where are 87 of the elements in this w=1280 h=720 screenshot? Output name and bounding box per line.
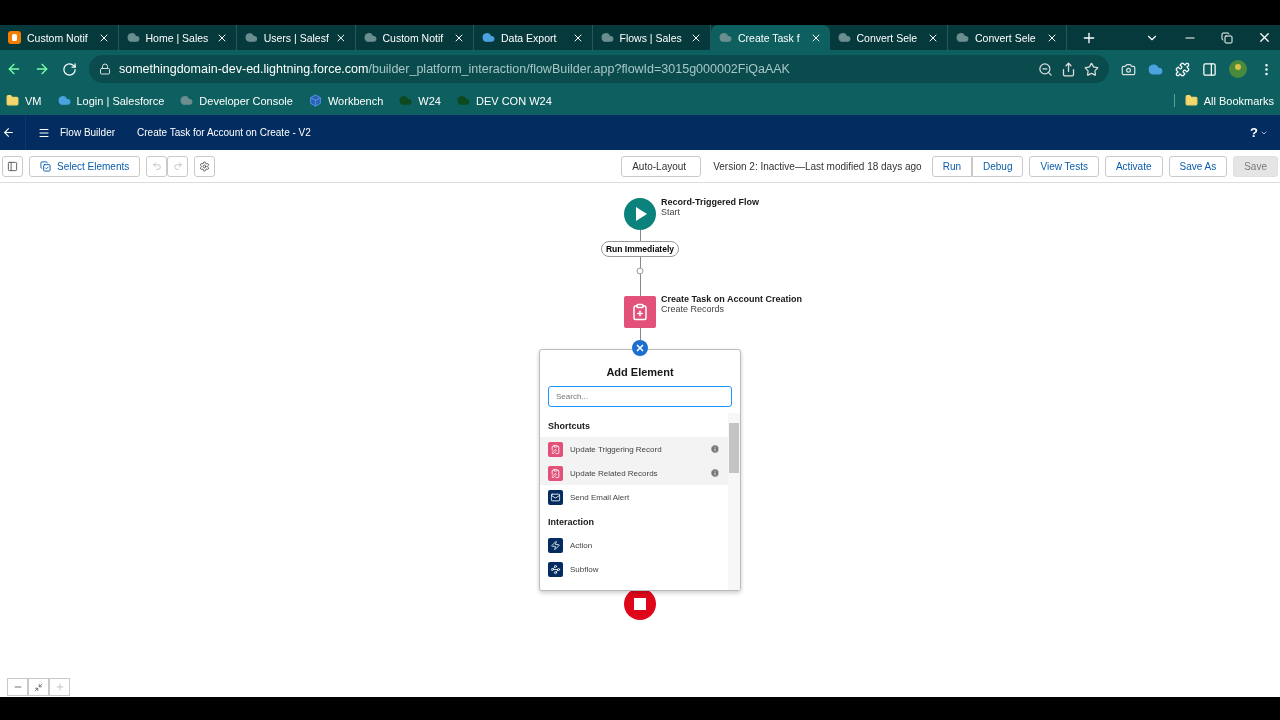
close-icon[interactable]	[1257, 30, 1272, 45]
cloud-icon	[719, 31, 732, 44]
extensions-icon[interactable]	[1175, 61, 1190, 77]
blog-icon	[8, 31, 21, 44]
connector-dot	[636, 267, 644, 275]
element-option[interactable]: Update Related Records	[540, 461, 728, 485]
panel-title: Add Element	[605, 366, 675, 378]
cloud-icon	[482, 31, 495, 44]
forward-icon[interactable]	[34, 61, 50, 77]
cloud-icon	[245, 31, 258, 44]
layout-dropdown[interactable]: Auto-Layout	[621, 155, 702, 177]
flow-title: Create Task for Account on Create - V2	[137, 127, 311, 138]
scrollbar[interactable]	[728, 413, 740, 590]
settings-button[interactable]	[194, 155, 216, 177]
toolbar-button[interactable]: Debug	[972, 155, 1024, 177]
toolbar-button[interactable]: Activate	[1104, 155, 1163, 177]
select-elements-button[interactable]: Select Elements	[29, 155, 141, 177]
address-bar[interactable]: somethingdomain-dev-ed.lightning.force.com/builder_platform_interaction/flowBuilder.app?flowId=3015g000002FiQaAAK	[89, 55, 1109, 83]
all-bookmarks[interactable]: All Bookmarks	[1173, 94, 1274, 107]
subflow-icon	[548, 561, 563, 577]
mail-icon	[548, 489, 563, 505]
node-title: Record-Triggered Flow	[661, 197, 759, 207]
avatar-icon[interactable]	[1229, 60, 1247, 78]
info-icon[interactable]	[710, 444, 720, 454]
app-name: Flow Builder	[60, 127, 116, 138]
toolbar-button[interactable]: Run	[931, 155, 972, 177]
flow-builder-icon	[38, 126, 50, 139]
folder-icon	[6, 94, 19, 107]
bookmark[interactable]: Login | Salesforce	[57, 94, 165, 107]
redo-icon	[172, 161, 183, 171]
lock-icon	[99, 63, 111, 75]
reload-icon[interactable]	[62, 61, 77, 77]
bookmark[interactable]: VM	[6, 94, 42, 107]
cloud-icon	[600, 31, 614, 44]
settings-icon	[199, 160, 211, 172]
share-icon[interactable]	[1061, 61, 1076, 77]
cube-icon	[308, 94, 322, 107]
info-icon[interactable]	[710, 468, 720, 478]
cloud-icon	[57, 94, 71, 107]
cloud-icon	[363, 31, 377, 44]
select-icon	[40, 160, 51, 172]
plus-icon	[54, 682, 65, 692]
back-icon[interactable]	[2, 126, 15, 139]
element-option[interactable]: Update Triggering Record	[540, 437, 728, 461]
star-icon[interactable]	[1084, 61, 1099, 77]
restore-icon[interactable]	[1221, 31, 1233, 44]
node-subtitle: Start	[661, 207, 681, 217]
close-icon[interactable]	[334, 31, 347, 44]
start-node	[624, 198, 656, 230]
toolbar-button[interactable]: View Tests	[1029, 155, 1099, 177]
cloud-icon[interactable]	[1148, 61, 1163, 77]
help-button[interactable]: ?	[1250, 125, 1280, 140]
cloud-icon	[180, 94, 194, 107]
panel-toggle-button[interactable]	[2, 155, 23, 177]
version-status: Version 2: Inactive—Last modified 18 days ago	[713, 160, 922, 172]
bookmark[interactable]: Workbench	[308, 94, 384, 107]
zoom-out-icon[interactable]	[1038, 61, 1053, 77]
cloud-icon	[956, 31, 969, 44]
section-heading: Shortcuts	[547, 420, 591, 433]
bookmark[interactable]: DEV CON W24	[457, 94, 552, 107]
camera-icon[interactable]	[1121, 61, 1136, 77]
url-domain: somethingdomain-dev-ed.lightning.force.com	[119, 62, 369, 76]
cloud-icon	[399, 94, 413, 107]
browser-tab[interactable]: Create Task f	[711, 25, 830, 50]
node-subtitle: Create Records	[661, 304, 726, 314]
bookmark[interactable]: Developer Console	[180, 94, 293, 107]
undo-icon	[151, 161, 162, 171]
node-title: Create Task on Account Creation	[661, 294, 803, 304]
clipboard-pen-icon	[548, 441, 563, 457]
clipboard-pen-icon	[548, 465, 563, 481]
clipboard-plus-icon	[634, 304, 646, 320]
cloud-icon	[837, 31, 851, 44]
section-heading: Interaction	[547, 516, 595, 529]
cloud-icon	[126, 31, 140, 44]
url-path: /builder_platform_interaction/flowBuilder.app?flowId=3015g000002FiQaAAK	[368, 62, 790, 76]
panel-icon	[7, 160, 18, 172]
folder-icon	[1184, 94, 1198, 107]
sidebar-icon[interactable]	[1202, 61, 1217, 77]
bookmark[interactable]: W24	[399, 94, 441, 107]
create-records-node[interactable]	[624, 296, 656, 328]
collapse-icon	[34, 682, 43, 692]
trigger-pill[interactable]: Run Immediately	[601, 241, 679, 257]
search-field[interactable]: Search...	[548, 386, 732, 407]
lightning-icon	[548, 537, 563, 553]
fit-view-button[interactable]	[28, 678, 49, 696]
cloud-icon	[457, 94, 470, 107]
toolbar-button[interactable]: Save As	[1168, 155, 1228, 177]
